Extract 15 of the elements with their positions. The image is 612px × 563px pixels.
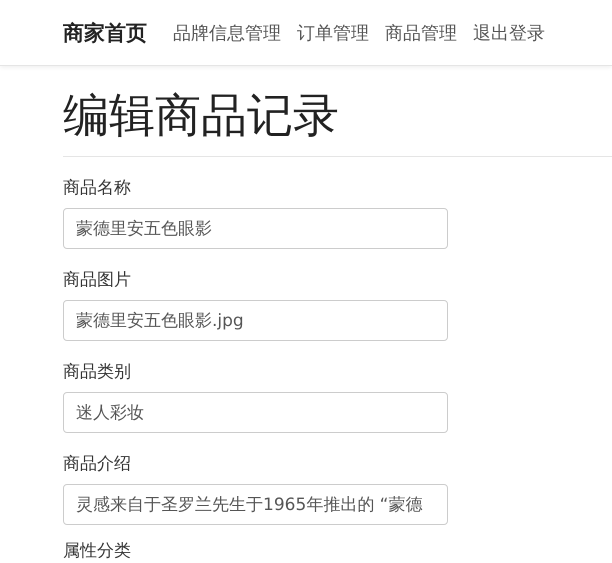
field-label: 商品图片 xyxy=(63,269,132,292)
nav-link[interactable]: 品牌信息管理 xyxy=(173,20,281,44)
input-field[interactable]: 蒙德里安五色眼影.jpg xyxy=(63,300,448,341)
brand-link[interactable]: 商家首页 xyxy=(63,18,147,46)
field-label: 商品类别 xyxy=(63,361,132,384)
nav-link[interactable]: 商品管理 xyxy=(385,20,457,44)
input-field[interactable]: 灵感来自于圣罗兰先生于1965年推出的 “蒙德 xyxy=(63,484,448,525)
field-label: 商品介绍 xyxy=(63,453,132,476)
input-field[interactable]: 迷人彩妆 xyxy=(63,392,448,433)
input-field[interactable]: 蒙德里安五色眼影 xyxy=(63,208,448,249)
field-label: 商品名称 xyxy=(63,177,132,200)
field-label: 属性分类 xyxy=(63,540,132,563)
nav-link[interactable]: 订单管理 xyxy=(297,20,369,44)
page-title: 编辑商品记录 xyxy=(63,87,340,144)
nav-link[interactable]: 退出登录 xyxy=(473,20,545,44)
